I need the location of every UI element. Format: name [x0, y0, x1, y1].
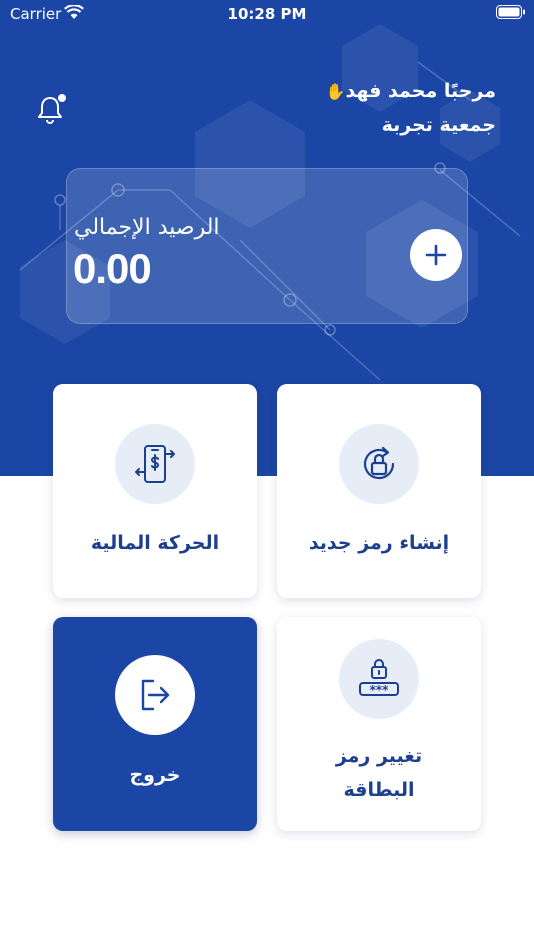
- svg-text:***: ***: [370, 683, 390, 697]
- pin-lock-icon: ***: [359, 659, 399, 697]
- balance-label: الرصيد الإجمالي: [74, 215, 220, 240]
- status-time: 10:28 PM: [227, 5, 307, 23]
- icon-circle: [115, 655, 195, 735]
- transfer-phone-icon: [135, 445, 175, 483]
- plus-icon: [425, 244, 447, 266]
- battery-icon: [496, 5, 525, 19]
- balance-card: الرصيد الإجمالي 0.00: [66, 168, 468, 324]
- refresh-lock-icon: [363, 446, 395, 480]
- tile-label-create-pin: إنشاء رمز جديد: [308, 532, 450, 554]
- greeting-name: مرحبًا محمد فهد: [345, 80, 496, 102]
- icon-circle: [339, 424, 419, 504]
- status-bar: Carrier 10:28 PM: [0, 0, 534, 28]
- waving-hand-icon: ✋: [325, 82, 346, 101]
- tile-label-change-pin: تغيير رمز البطاقة: [335, 745, 423, 801]
- icon-circle: ***: [339, 639, 419, 719]
- tile-label-financial: الحركة المالية: [90, 532, 220, 554]
- create-new-pin-tile[interactable]: إنشاء رمز جديد: [277, 384, 481, 598]
- add-balance-button[interactable]: [410, 229, 462, 281]
- bell-icon[interactable]: [35, 92, 69, 126]
- balance-value: 0.00: [73, 245, 152, 292]
- organization-name: جمعية تجربة: [381, 114, 496, 136]
- icon-circle: [115, 424, 195, 504]
- logout-icon: [141, 679, 170, 711]
- greeting-text: مرحبًا محمد فهد✋: [318, 80, 496, 102]
- change-card-pin-tile[interactable]: *** تغيير رمز البطاقة: [277, 617, 481, 831]
- financial-transactions-tile[interactable]: الحركة المالية: [53, 384, 257, 598]
- logout-tile[interactable]: خروج: [53, 617, 257, 831]
- tile-label-logout: خروج: [129, 764, 181, 786]
